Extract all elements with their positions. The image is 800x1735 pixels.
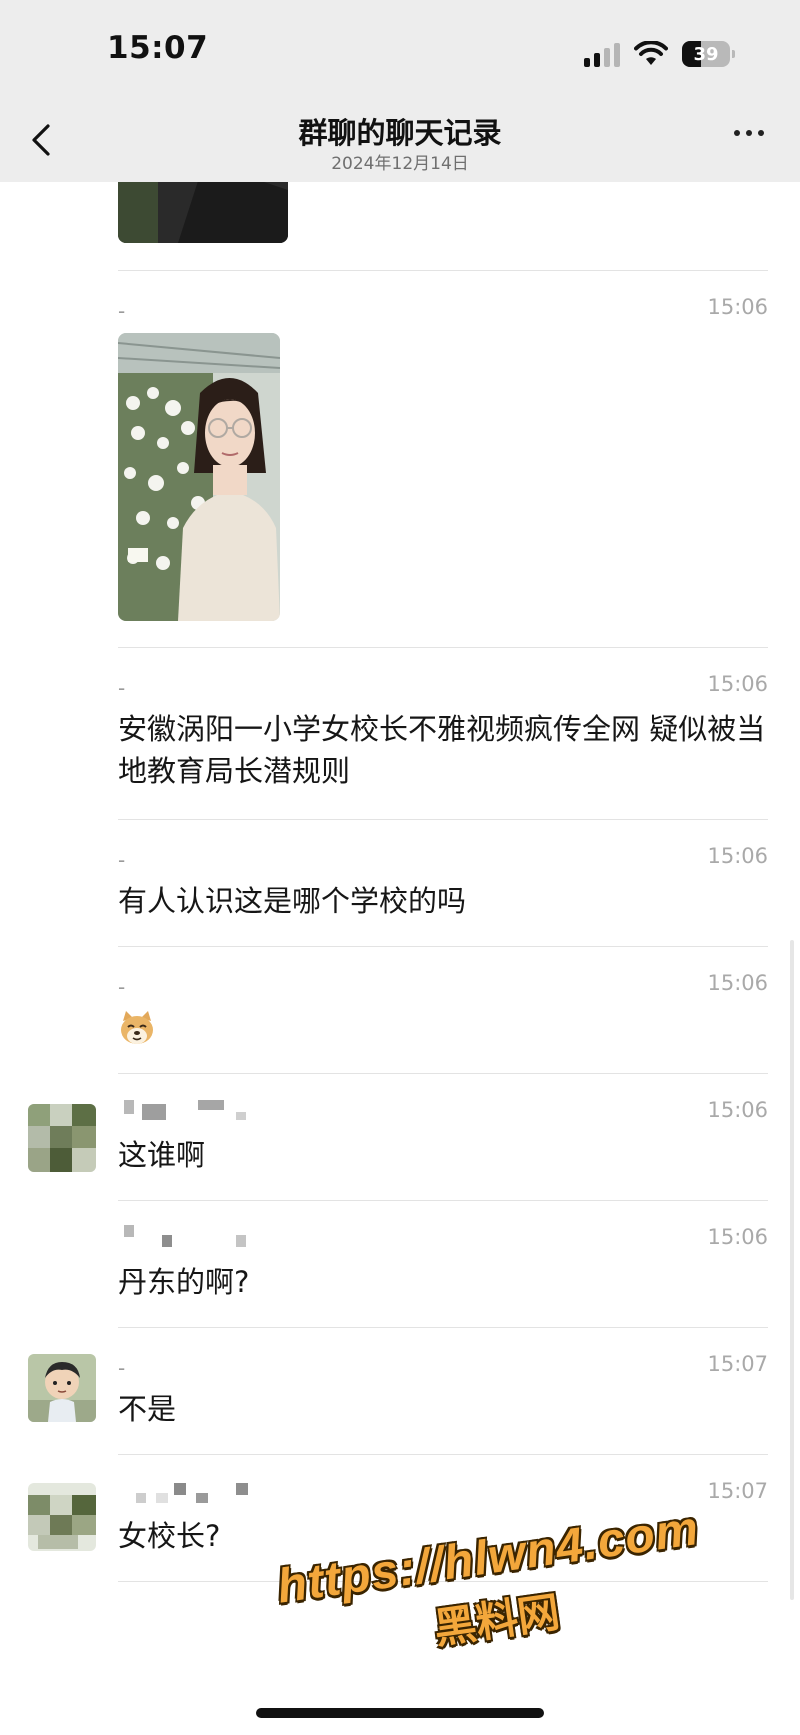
message-time: 15:06 [707, 971, 768, 995]
message-text: 这谁啊 [118, 1138, 206, 1172]
sender-name-pixelated [118, 1225, 258, 1249]
status-icons: 39 [584, 38, 735, 70]
message-time: 15:07 [707, 1479, 768, 1503]
message-time: 15:06 [707, 844, 768, 868]
doge-emoji-icon [118, 1009, 156, 1047]
sender-name: - [118, 1356, 126, 1380]
list-item: - 15:06 [0, 947, 800, 1074]
cellular-signal-icon [584, 41, 620, 67]
message-time: 15:06 [707, 1225, 768, 1249]
wifi-icon [634, 41, 668, 67]
page-title: 群聊的聊天记录 [298, 116, 502, 150]
home-indicator[interactable] [256, 1708, 544, 1718]
battery-icon: 39 [682, 41, 735, 67]
sender-name: - [118, 848, 126, 872]
list-item: - 15:06 有人认识这是哪个学校的吗 [0, 820, 800, 947]
photo-message[interactable] [118, 333, 280, 621]
message-time: 15:06 [707, 672, 768, 696]
list-item: 15:06 丹东的啊? [0, 1201, 800, 1328]
message-time: 15:06 [707, 1098, 768, 1122]
more-options-button[interactable] [734, 130, 764, 136]
message-text: 丹东的啊? [118, 1265, 250, 1299]
navigation-bar: 15:07 39 群聊的聊天记录 2024年12月14日 [0, 0, 800, 182]
status-time: 15:07 [107, 30, 209, 66]
page-subtitle-date: 2024年12月14日 [331, 154, 469, 174]
sender-name-pixelated [118, 1483, 258, 1507]
battery-level: 39 [693, 43, 719, 65]
sender-name: - [118, 975, 126, 999]
list-item: - 15:06 安徽涡阳一小学女校长不雅视频疯传全网 疑似被当地教育局长潜规则 [0, 648, 800, 820]
list-item: - 15:06 [0, 271, 800, 648]
message-text: 不是 [118, 1392, 177, 1426]
list-item: 15:06 这谁啊 [0, 1074, 800, 1201]
message-time: 15:06 [707, 295, 768, 319]
sender-name-pixelated [118, 1100, 258, 1124]
list-item: - 15:07 不是 [0, 1328, 800, 1455]
sender-name: - [118, 676, 126, 700]
avatar[interactable] [28, 1483, 96, 1551]
message-text: 安徽涡阳一小学女校长不雅视频疯传全网 疑似被当地教育局长潜规则 [118, 712, 766, 788]
scrollbar[interactable] [790, 940, 794, 1600]
avatar[interactable] [28, 1104, 96, 1172]
avatar[interactable] [28, 1354, 96, 1422]
message-time: 15:07 [707, 1352, 768, 1376]
message-text: 有人认识这是哪个学校的吗 [118, 884, 467, 918]
sender-name: - [118, 299, 126, 323]
